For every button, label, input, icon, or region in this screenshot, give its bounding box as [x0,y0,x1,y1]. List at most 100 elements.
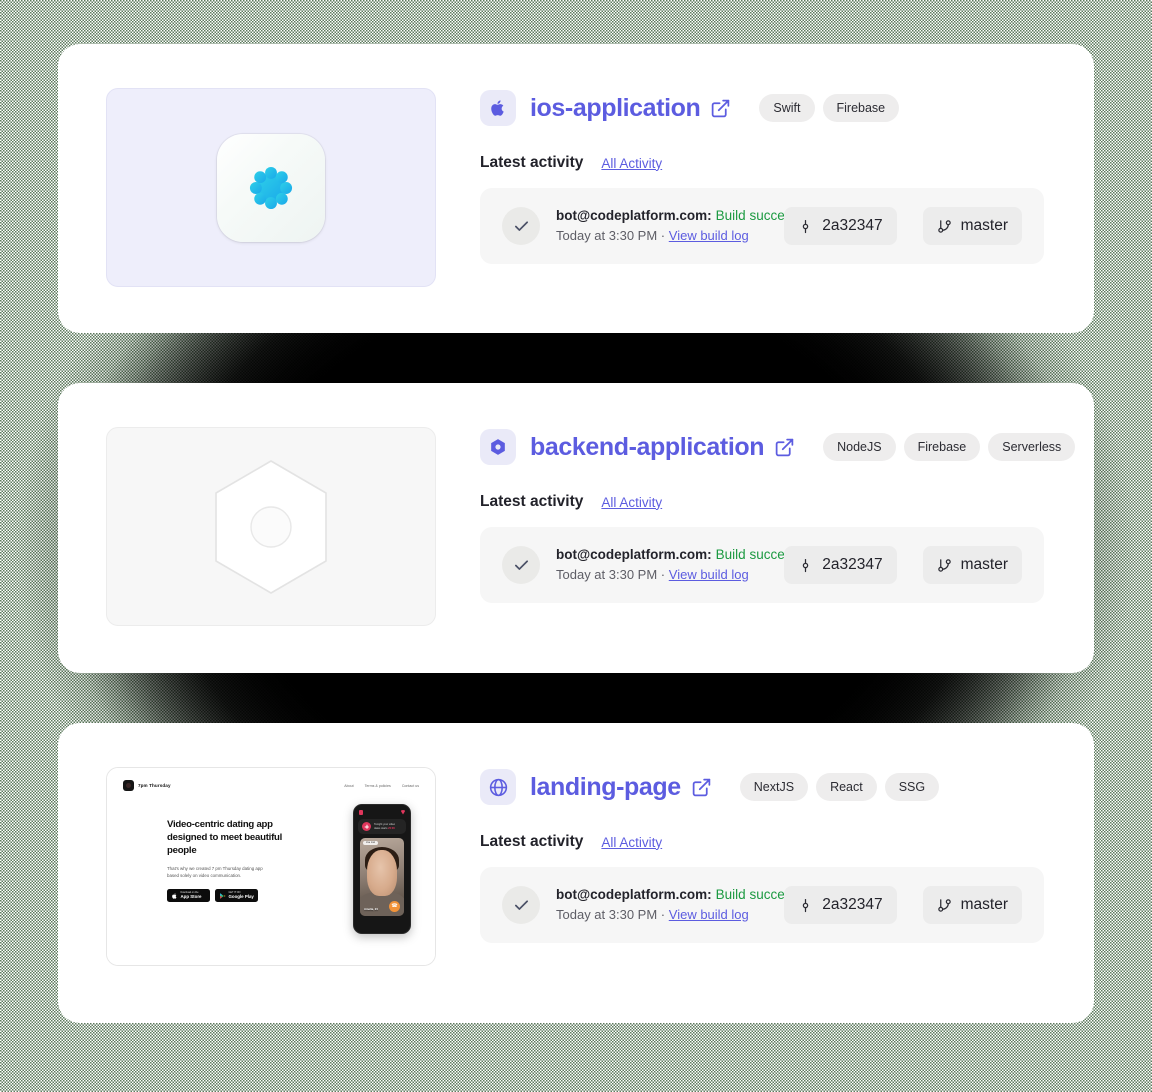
hexagon-core-icon [480,429,516,465]
hero-subtext: That's why we created 7 pm Thursday dati… [167,866,263,878]
commit-hash: 2a32347 [822,896,883,913]
branch-name: master [960,556,1008,573]
activity-timestamp: Today at 3:30 PM [556,228,658,243]
phone-icon: ☎ [389,901,400,912]
project-card-ios-application[interactable]: ios-application Swift Firebase Latest ac… [58,44,1094,333]
phone-status-row [354,805,410,819]
activity-separator: · [660,567,666,582]
branch-chip[interactable]: master [922,546,1022,584]
activity-author: bot@codeplatform.com: [556,208,712,223]
activity-author: bot@codeplatform.com: [556,547,712,562]
project-tag[interactable]: Swift [759,94,815,122]
external-link-icon[interactable] [691,777,712,798]
app-icon-tile [217,133,325,242]
view-build-log-link[interactable]: View build log [669,228,749,243]
branch-chip[interactable]: master [922,886,1022,924]
website-preview: 7pm Thursday About Terms & policies Cont… [107,768,435,965]
project-tag[interactable]: Firebase [822,94,900,122]
activity-summary: bot@codeplatform.com: Build succeeded [556,547,815,562]
build-status-avatar [502,886,540,924]
preview-nav-links: About Terms & policies Contact us [344,784,419,788]
project-tag[interactable]: SSG [884,773,940,801]
view-build-log-link[interactable]: View build log [669,567,749,582]
project-tag[interactable]: Serverless [988,433,1076,461]
all-activity-link[interactable]: All Activity [601,156,662,171]
hexagon-placeholder-icon [215,459,327,594]
activity-separator: · [660,228,666,243]
project-info: backend-application NodeJS Firebase Serv… [480,427,1076,603]
nav-link: Contact us [401,783,419,788]
build-status-avatar [502,207,540,245]
project-info: ios-application Swift Firebase Latest ac… [480,88,1044,264]
project-tag[interactable]: NextJS [739,773,809,801]
project-thumbnail-landing-page[interactable]: 7pm Thursday About Terms & policies Cont… [106,767,436,966]
google-play-badge: GET IT ON Google Play [215,889,258,902]
commit-chip[interactable]: 2a32347 [784,886,897,924]
project-title-link[interactable]: ios-application [530,94,731,123]
scalloped-flower-app-icon [249,166,293,209]
badge-small-text: GET IT ON [228,890,241,894]
activity-text: bot@codeplatform.com: Build succeeded Tod… [556,206,815,246]
commit-chip[interactable]: 2a32347 [784,207,897,245]
all-activity-link[interactable]: All Activity [601,835,662,850]
activity-row[interactable]: bot@codeplatform.com: Build succeeded Tod… [480,527,1044,603]
branch-chip[interactable]: master [922,207,1022,245]
check-icon [514,220,528,231]
project-title-link[interactable]: landing-page [530,773,712,802]
preview-hero: Video-centric dating app designed to mee… [167,818,297,902]
project-name: backend-application [530,432,765,461]
view-build-log-link[interactable]: View build log [669,907,749,922]
badge-small-text: Download on the [180,890,199,894]
git-branch-icon [937,558,951,572]
project-tag[interactable]: React [816,773,877,801]
project-header: backend-application NodeJS Firebase Serv… [480,429,1076,465]
check-icon [514,559,528,570]
banner-highlight: 20:00 [388,826,395,830]
preview-navbar: 7pm Thursday About Terms & policies Cont… [123,780,419,791]
brand-logo-icon [123,780,134,791]
activity-header: Latest activity All Activity [480,493,1044,511]
project-title-link[interactable]: backend-application [530,433,795,462]
external-link-icon[interactable] [774,437,795,458]
activity-summary: bot@codeplatform.com: Build succeeded [556,208,815,223]
project-info: landing-page NextJS React SSG Latest act… [480,767,1044,943]
globe-icon [480,769,516,805]
project-thumbnail-backend-application[interactable] [106,427,436,626]
project-name: ios-application [530,93,701,122]
project-header: landing-page NextJS React SSG [480,769,1044,805]
activity-timestamp: Today at 3:30 PM [556,567,658,582]
activity-row[interactable]: bot@codeplatform.com: Build succeeded Tod… [480,188,1044,264]
activity-meta: Today at 3:30 PM · View build log [556,907,749,922]
project-header: ios-application Swift Firebase [480,90,1044,126]
plus-icon [362,822,371,831]
project-thumbnail-ios-application[interactable] [106,88,436,287]
activity-row[interactable]: bot@codeplatform.com: Build succeeded Tod… [480,867,1044,943]
project-card-backend-application[interactable]: backend-application NodeJS Firebase Serv… [58,383,1094,673]
activity-label: Latest activity [480,154,584,171]
phone-profile-card: Live now Amelia, 24 ☎ [360,838,404,916]
hexagon-core-glyph [491,439,505,455]
play-store-icon [220,892,226,899]
git-branch-icon [937,898,951,912]
check-icon [514,899,528,910]
all-activity-link[interactable]: All Activity [601,495,662,510]
project-tags: NodeJS Firebase Serverless [823,433,1076,461]
external-link-icon[interactable] [710,98,731,119]
phone-banner: Tonight your video dates starts 20:00 [358,819,406,834]
commit-chip[interactable]: 2a32347 [784,546,897,584]
badge-large-text: App Store [180,893,202,899]
project-tag[interactable]: NodeJS [823,433,896,461]
live-tag: Live now [363,841,379,845]
project-tags: Swift Firebase [759,94,900,122]
store-badges: Download on the App Store GET IT ON Goog… [167,889,297,902]
project-tag[interactable]: Firebase [903,433,981,461]
preview-phone-mockup: Tonight your video dates starts 20:00 Li… [353,804,411,934]
preview-brand: 7pm Thursday [123,780,171,791]
activity-summary: bot@codeplatform.com: Build succeeded [556,887,815,902]
brand-name: 7pm Thursday [138,783,171,788]
project-card-landing-page[interactable]: 7pm Thursday About Terms & policies Cont… [58,723,1094,1023]
heart-icon [401,809,405,815]
apple-icon [480,90,516,126]
branch-name: master [960,896,1008,913]
nav-link: Terms & policies [364,783,391,788]
